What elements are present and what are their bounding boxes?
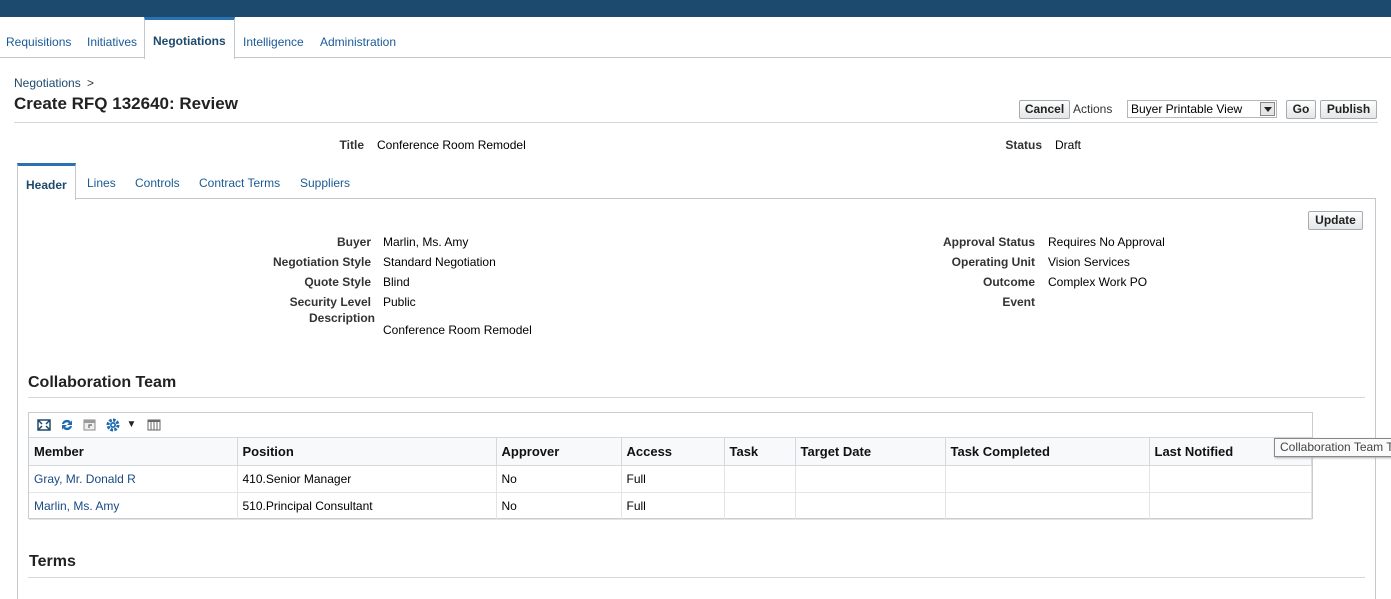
collab-grid: Member Position Approver Access Task Tar…: [29, 437, 1312, 520]
title-label: Title: [339, 138, 364, 152]
approver-cell: No: [496, 492, 622, 520]
outcome-label: Outcome: [982, 275, 1035, 289]
position-cell: 510.Principal Consultant: [237, 492, 497, 520]
sub-tabs: Header Lines Controls Contract Terms Sup…: [17, 163, 1376, 200]
last-notified-cell: [1149, 492, 1312, 520]
export-icon[interactable]: [81, 417, 98, 433]
table-row: Marlin, Ms. Amy 510.Principal Consultant…: [29, 492, 1312, 520]
member-cell: Marlin, Ms. Amy: [29, 492, 238, 520]
task-cell: [724, 465, 796, 493]
actions-label: Actions: [1073, 102, 1113, 116]
description-value: Conference Room Remodel: [383, 323, 532, 337]
member-cell: Gray, Mr. Donald R: [29, 465, 238, 493]
settings-icon[interactable]: [104, 417, 121, 433]
update-button[interactable]: Update: [1308, 211, 1363, 230]
target-date-cell: [795, 492, 946, 520]
tab-administration[interactable]: Administration: [314, 17, 402, 58]
task-completed-cell: [945, 492, 1150, 520]
status-label: Status: [1005, 138, 1042, 152]
subtab-suppliers[interactable]: Suppliers: [300, 163, 350, 199]
title-value: Conference Room Remodel: [377, 138, 526, 152]
outcome-value: Complex Work PO: [1048, 275, 1148, 289]
publish-button[interactable]: Publish: [1320, 100, 1377, 119]
col-approver[interactable]: Approver: [496, 437, 622, 466]
col-access[interactable]: Access: [621, 437, 725, 466]
col-position[interactable]: Position: [237, 437, 497, 466]
col-task-completed[interactable]: Task Completed: [945, 437, 1150, 466]
buyer-value: Marlin, Ms. Amy: [383, 235, 469, 249]
refresh-icon[interactable]: [58, 417, 75, 433]
task-cell: [724, 492, 796, 520]
operating-unit-label: Operating Unit: [951, 255, 1035, 269]
subtab-contract-terms[interactable]: Contract Terms: [199, 163, 280, 199]
approval-status-label: Approval Status: [942, 235, 1035, 249]
tab-initiatives[interactable]: Initiatives: [81, 17, 143, 58]
col-member[interactable]: Member: [29, 437, 238, 466]
operating-unit-value: Vision Services: [1048, 255, 1130, 269]
collab-divider: [28, 397, 1365, 398]
cancel-button[interactable]: Cancel: [1019, 100, 1070, 119]
access-cell: Full: [621, 465, 725, 493]
member-link[interactable]: Marlin, Ms. Amy: [34, 499, 119, 513]
collaboration-team-heading: Collaboration Team: [28, 374, 177, 391]
col-target-date[interactable]: Target Date: [795, 437, 946, 466]
quote-style-value: Blind: [383, 275, 410, 289]
approver-cell: No: [496, 465, 622, 493]
actions-select[interactable]: Buyer Printable View: [1127, 100, 1277, 118]
security-level-value: Public: [383, 295, 416, 309]
table-row: Gray, Mr. Donald R 410.Senior Manager No…: [29, 465, 1312, 493]
negotiation-style-value: Standard Negotiation: [383, 255, 496, 269]
tab-negotiations[interactable]: Negotiations: [144, 17, 235, 59]
collaboration-team-table: ▼ Member Position Approver Access Task T…: [28, 412, 1313, 520]
go-button[interactable]: Go: [1286, 100, 1316, 119]
main-tabs: Requisitions Initiatives Negotiations In…: [0, 17, 1391, 59]
member-link[interactable]: Gray, Mr. Donald R: [34, 472, 136, 486]
terms-heading: Terms: [29, 553, 76, 570]
access-cell: Full: [621, 492, 725, 520]
negotiation-style-label: Negotiation Style: [272, 255, 371, 269]
table-toolbar: ▼: [29, 413, 1312, 437]
chevron-down-icon[interactable]: [1260, 102, 1275, 116]
breadcrumb-separator: >: [87, 76, 95, 90]
table-header-row: Member Position Approver Access Task Tar…: [29, 437, 1312, 466]
tab-requisitions[interactable]: Requisitions: [0, 17, 77, 58]
security-level-label: Security Level: [289, 295, 371, 309]
subtab-controls[interactable]: Controls: [135, 163, 180, 199]
breadcrumb-negotiations[interactable]: Negotiations: [14, 76, 81, 90]
last-notified-cell: [1149, 465, 1312, 493]
buyer-label: Buyer: [336, 235, 371, 249]
chevron-down-icon[interactable]: ▼: [123, 417, 140, 433]
col-task[interactable]: Task: [724, 437, 796, 466]
tooltip: Collaboration Team T: [1274, 438, 1391, 457]
detach-icon[interactable]: [35, 417, 52, 433]
event-label: Event: [1002, 295, 1035, 309]
target-date-cell: [795, 465, 946, 493]
subtab-header[interactable]: Header: [17, 163, 76, 200]
terms-divider: [28, 577, 1365, 578]
quote-style-label: Quote Style: [304, 275, 371, 289]
tab-intelligence[interactable]: Intelligence: [237, 17, 310, 58]
approval-status-value: Requires No Approval: [1048, 235, 1165, 249]
position-cell: 410.Senior Manager: [237, 465, 497, 493]
page-title: Create RFQ 132640: Review: [14, 94, 238, 113]
subtab-lines[interactable]: Lines: [87, 163, 116, 199]
status-value: Draft: [1055, 138, 1082, 152]
columns-icon[interactable]: [145, 417, 162, 433]
task-completed-cell: [945, 465, 1150, 493]
actions-select-value: Buyer Printable View: [1131, 102, 1243, 116]
description-label: Description: [308, 311, 375, 325]
top-banner: [0, 0, 1391, 17]
title-divider: [14, 122, 1378, 123]
